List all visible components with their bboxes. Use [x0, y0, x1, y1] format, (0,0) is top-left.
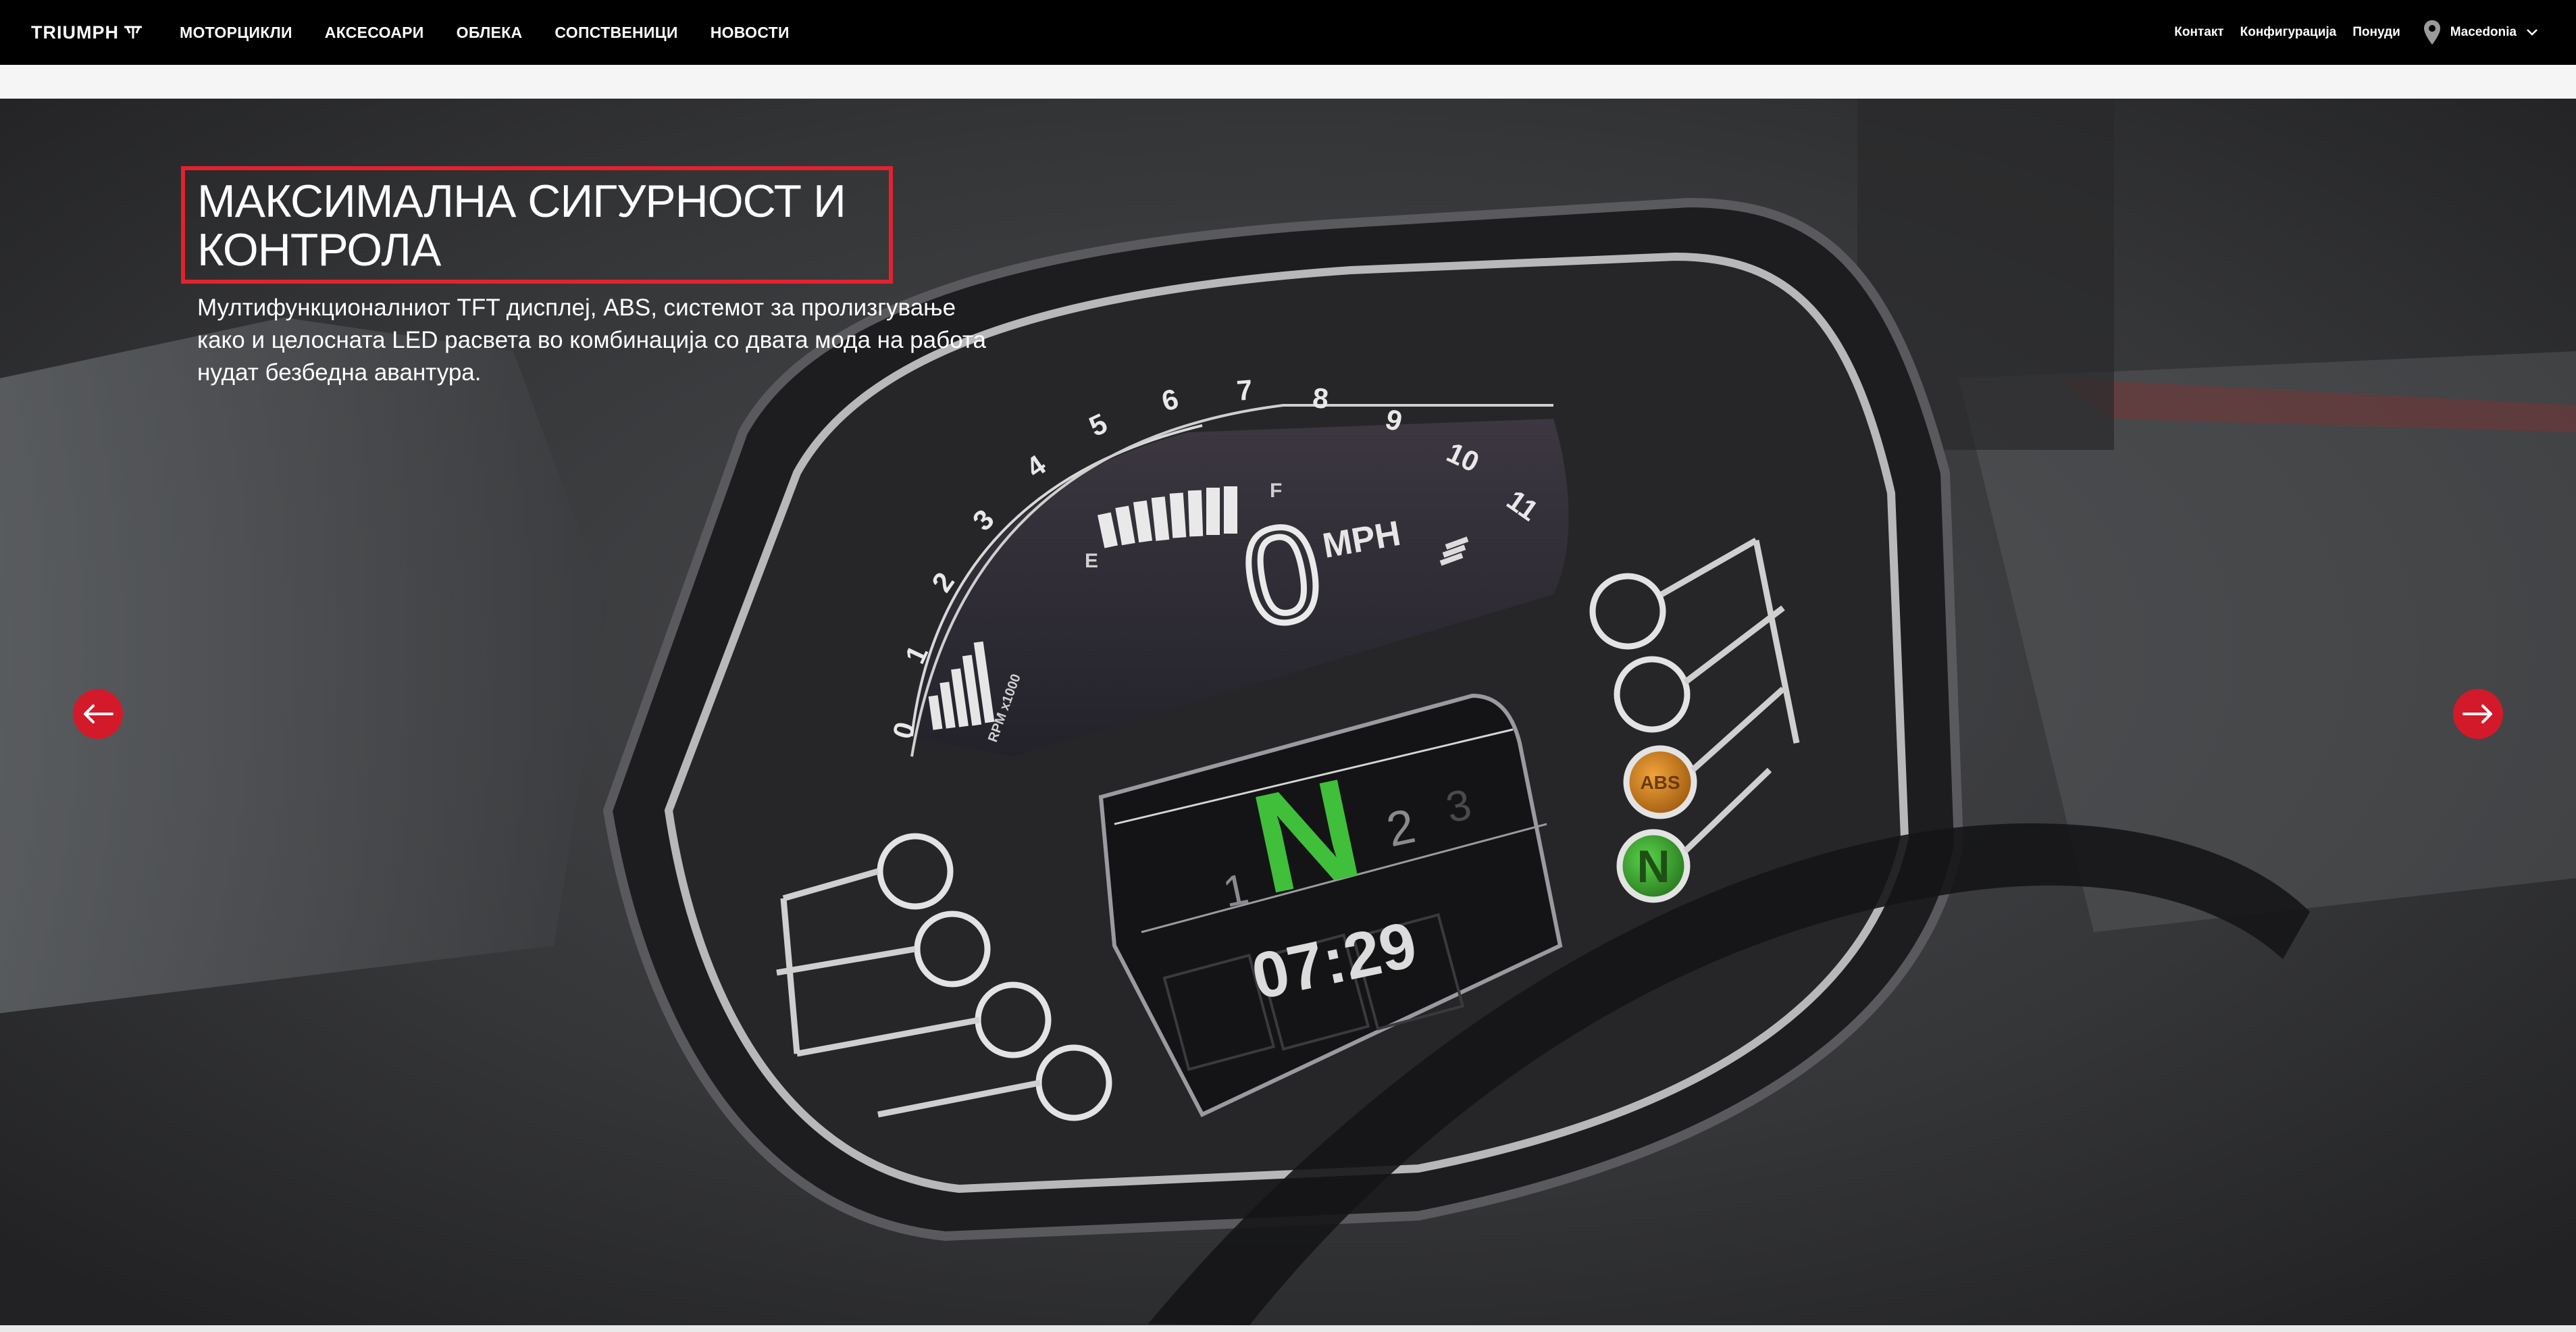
- gear-prev-indicator: 1: [1219, 864, 1253, 917]
- speed-unit-label: MPH: [1320, 514, 1403, 566]
- description-line-2: како и целосната LED расвета во комбинац…: [197, 327, 986, 353]
- sub-header-strip: [0, 65, 2576, 99]
- logo-wordmark: TRIUMPH: [31, 22, 119, 43]
- country-label: Macedonia: [2450, 25, 2517, 39]
- utility-menu: Контакт Конфигурација Понуди Macedonia: [2158, 0, 2538, 65]
- description-line-3: нудат безбедна авантура.: [197, 359, 482, 386]
- country-selector[interactable]: Macedonia: [2423, 20, 2538, 45]
- logo-emblem-icon: [124, 26, 142, 39]
- rpm-tick: 0: [886, 719, 921, 742]
- offers-link[interactable]: Понуди: [2352, 25, 2400, 40]
- contact-link[interactable]: Контакт: [2174, 25, 2223, 40]
- rpm-tick: 11: [1501, 484, 1544, 527]
- rpm-tick: 2: [925, 567, 960, 598]
- arrow-left-icon: [84, 705, 113, 723]
- gear-next-indicator: 2: [1382, 799, 1420, 858]
- location-pin-icon: [2423, 20, 2440, 45]
- rpm-tick: 7: [1235, 374, 1254, 407]
- rpm-tick: 4: [1021, 449, 1052, 484]
- gear-next2-indicator: 3: [1442, 779, 1476, 832]
- hero-description: Мултифункционалниот TFT дисплеј, ABS, си…: [197, 292, 1008, 389]
- rpm-tick: 1: [899, 640, 934, 668]
- rpm-tick: 9: [1382, 403, 1406, 437]
- headline-line-2: КОНТРОЛА: [197, 224, 441, 276]
- carousel-next-button[interactable]: [2453, 689, 2503, 739]
- rpm-tick: 10: [1442, 436, 1484, 478]
- rpm-unit-label: RPM x1000: [985, 672, 1024, 744]
- nav-accessories[interactable]: АКСЕСОАРИ: [325, 24, 424, 42]
- triumph-logo[interactable]: TRIUMPH: [31, 18, 143, 47]
- description-line-1: Мултифункционалниот TFT дисплеј, ABS, си…: [197, 294, 956, 321]
- top-navigation-bar: TRIUMPH МОТОРЦИКЛИ АКСЕСОАРИ ОБЛЕКА СОПС…: [0, 0, 2576, 65]
- nav-news[interactable]: НОВОСТИ: [711, 24, 790, 42]
- nav-clothing[interactable]: ОБЛЕКА: [457, 24, 523, 42]
- arrow-right-icon: [2463, 705, 2492, 723]
- nav-motorcycles[interactable]: МОТОРЦИКЛИ: [180, 24, 292, 42]
- carousel-prev-button[interactable]: [73, 689, 123, 739]
- rpm-tick: 3: [967, 503, 1000, 537]
- neutral-lamp-label: N: [1637, 841, 1670, 892]
- speed-readout: 0: [1232, 494, 1332, 656]
- chevron-down-icon: [2527, 29, 2538, 36]
- rpm-tick: 8: [1312, 382, 1330, 415]
- fuel-empty-label: E: [1085, 550, 1098, 572]
- rpm-tick: 6: [1158, 382, 1182, 417]
- rpm-tick: 5: [1084, 407, 1112, 442]
- hero-bottom-edge: [0, 1325, 2576, 1332]
- hero-headline: МАКСИМАЛНА СИГУРНОСТ И КОНТРОЛА: [197, 177, 900, 274]
- configure-link[interactable]: Конфигурација: [2240, 25, 2337, 40]
- abs-lamp-label: ABS: [1640, 772, 1680, 793]
- headline-line-1: МАКСИМАЛНА СИГУРНОСТ И: [197, 176, 846, 227]
- main-menu: МОТОРЦИКЛИ АКСЕСОАРИ ОБЛЕКА СОПСТВЕНИЦИ …: [180, 0, 822, 65]
- gear-indicator: N: [1240, 748, 1373, 924]
- nav-owners[interactable]: СОПСТВЕНИЦИ: [555, 24, 677, 42]
